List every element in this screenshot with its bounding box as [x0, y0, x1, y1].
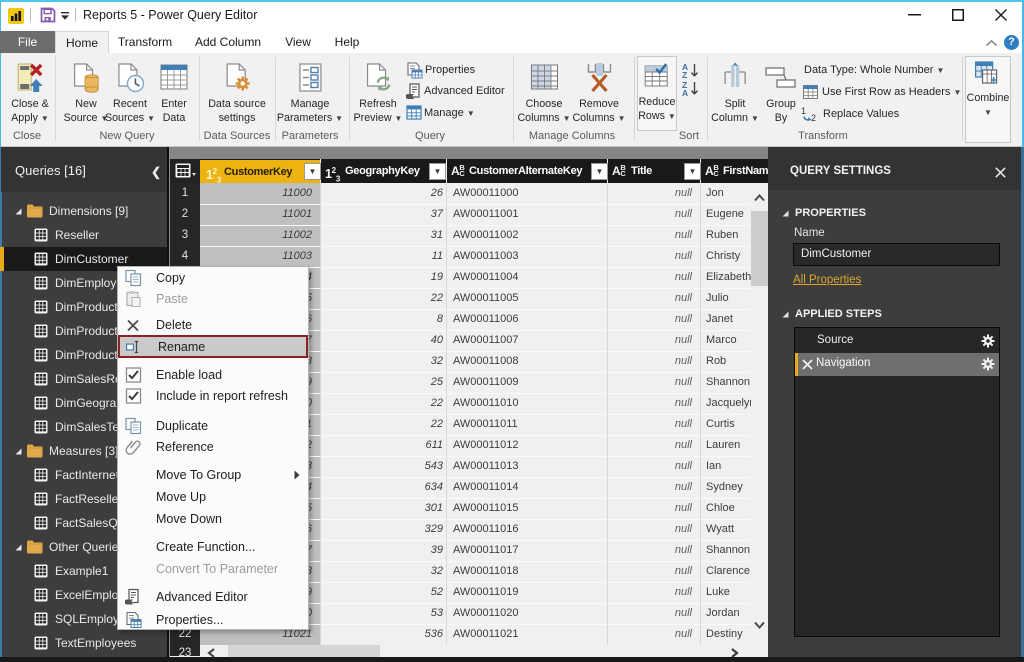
- svg-text:Z: Z: [682, 70, 687, 80]
- svg-text:2: 2: [811, 113, 816, 122]
- svg-text:1: 1: [801, 106, 806, 116]
- svg-text:A: A: [682, 88, 688, 96]
